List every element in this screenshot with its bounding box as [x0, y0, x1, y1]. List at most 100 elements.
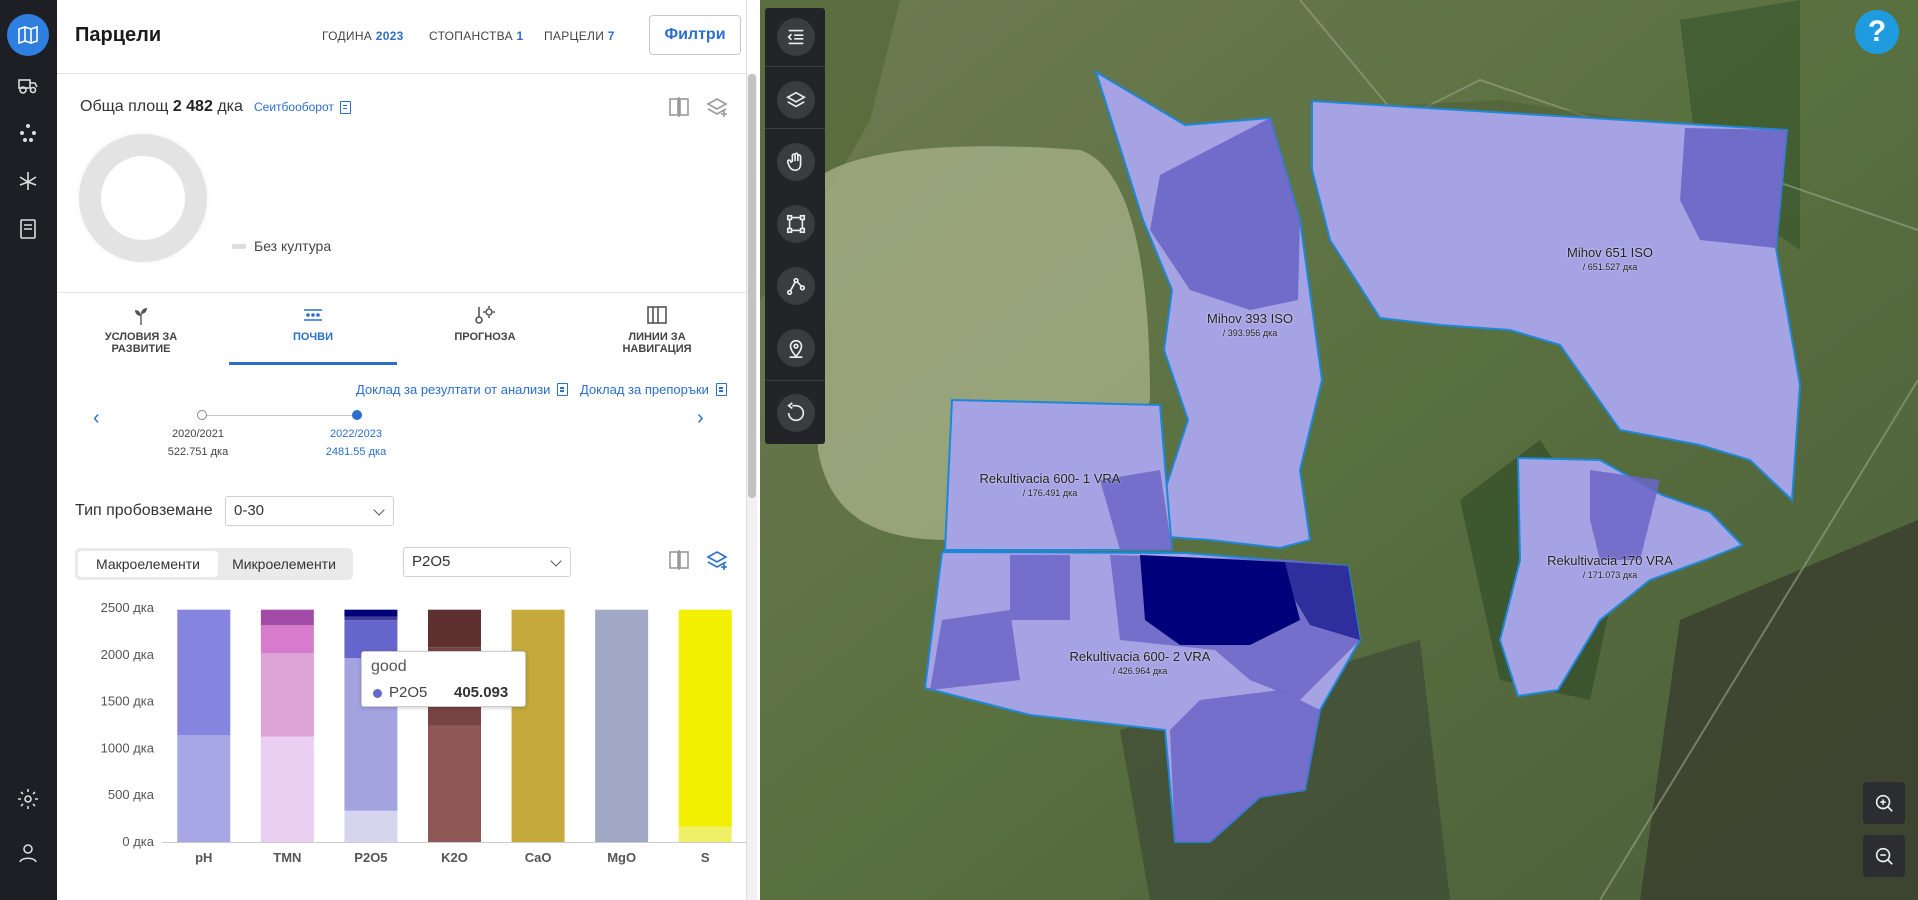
tooltip-title: good [371, 658, 407, 675]
timeline-next-icon[interactable]: › [697, 407, 704, 430]
nav-reports-icon[interactable] [7, 208, 49, 250]
bar-segment-p2o5[interactable] [344, 810, 398, 842]
add-layer-icon[interactable] [705, 548, 729, 577]
bar-segment-tmn[interactable] [260, 609, 314, 626]
bar-segment-s[interactable] [678, 826, 732, 842]
total-area: Обща площ 2 482 дка [80, 98, 243, 115]
field-label[interactable]: Mihov 393 ISO/ 393.956 дка [1190, 312, 1310, 340]
bar-segment-tmn[interactable] [260, 653, 314, 737]
stat-year: ГОДИНА 2023 [322, 29, 404, 43]
nav-machinery-icon[interactable] [7, 64, 49, 106]
scroll-thumb[interactable] [748, 74, 756, 498]
stat-fields: ПАРЦЕЛИ 7 [544, 29, 615, 43]
add-layer-icon[interactable] [705, 95, 729, 124]
user-profile-icon[interactable] [7, 832, 49, 874]
fields-panel: Парцели ГОДИНА 2023 СТОПАНСТВА 1 ПАРЦЕЛИ… [57, 0, 757, 900]
help-button[interactable]: ? [1855, 10, 1899, 54]
report-icon [715, 383, 727, 396]
field-label[interactable]: Mihov 651 ISO/ 651.527 дка [1550, 246, 1670, 274]
y-tick-label: 2000 дка [101, 647, 155, 662]
map-pin-icon[interactable] [777, 329, 815, 367]
stat-farms: СТОПАНСТВА 1 [429, 29, 524, 43]
soil-icon [304, 309, 322, 321]
nav-fields-map-icon[interactable] [7, 14, 49, 56]
undo-icon[interactable] [777, 394, 815, 432]
element-group-toggle: Макроелементи Микроелементи [75, 548, 353, 580]
analysis-report-link[interactable]: Доклад за резултати от анализи [356, 382, 569, 397]
bar-segment-p2o5[interactable] [344, 609, 398, 617]
x-tick-label: S [701, 850, 710, 865]
bar-segment-mgo[interactable] [595, 609, 649, 842]
compare-icon[interactable] [667, 548, 691, 577]
chevron-down-icon [550, 555, 562, 567]
sprout-icon [135, 308, 147, 325]
x-tick-label: P2O5 [354, 850, 387, 865]
bar-segment-p2o5[interactable] [344, 616, 398, 621]
panel-scrollbar[interactable] [747, 74, 757, 900]
x-tick-label: K2O [441, 850, 468, 865]
tab-navigation-lines[interactable]: ЛИНИИ ЗА НАВИГАЦИЯ [573, 293, 741, 365]
crop-rotation-link[interactable]: Сеитбооборот [254, 100, 351, 114]
panel-header: Парцели ГОДИНА 2023 СТОПАНСТВА 1 ПАРЦЕЛИ… [57, 0, 747, 74]
y-tick-label: 1500 дка [101, 694, 155, 709]
measure-line-icon[interactable] [777, 267, 815, 305]
timeline-prev-icon[interactable]: ‹ [93, 407, 100, 430]
season-timeline: ‹ 2020/2021 522.751 дка 2022/2023 2481.5… [57, 400, 747, 470]
satellite-map[interactable]: Mihov 651 ISO/ 651.527 дка Mihov 393 ISO… [760, 0, 1918, 900]
tooltip-value: 405.093 [454, 684, 509, 701]
bar-segment-k2o[interactable] [428, 609, 481, 648]
y-tick-label: 0 дка [122, 834, 154, 849]
bar-segment-ph[interactable] [177, 735, 231, 842]
crop-donut-chart [79, 134, 207, 262]
page-title: Парцели [75, 24, 162, 46]
toolbar-separator [765, 66, 825, 67]
recommendations-report-link[interactable]: Доклад за препоръки [580, 382, 727, 397]
field-label[interactable]: Rekultivacia 170 VRA/ 171.073 дка [1530, 554, 1690, 582]
chart-tooltip: good P2O5 405.093 [361, 651, 526, 707]
bar-segment-cao[interactable] [511, 609, 565, 842]
x-tick-label: TMN [273, 850, 301, 865]
tab-soils[interactable]: ПОЧВИ [229, 293, 397, 365]
map-toolbar [765, 8, 825, 444]
tab-forecast[interactable]: ПРОГНОЗА [401, 293, 569, 365]
x-tick-label: MgO [607, 850, 636, 865]
toolbar-separator [765, 380, 825, 381]
filters-button[interactable]: Филтри [649, 15, 741, 55]
settings-gear-icon[interactable] [7, 778, 49, 820]
chevron-down-icon [373, 504, 385, 516]
bar-segment-tmn[interactable] [260, 625, 314, 654]
y-tick-label: 500 дка [108, 787, 155, 802]
zoom-in-icon[interactable] [1863, 782, 1905, 824]
season-area: 2481.55 дка [325, 446, 387, 458]
collapse-panel-icon[interactable] [777, 18, 815, 56]
draw-rectangle-icon[interactable] [777, 205, 815, 243]
element-select[interactable]: P2O5 [403, 547, 571, 577]
nav-irrigation-icon[interactable] [7, 160, 49, 202]
bar-segment-ph[interactable] [177, 609, 231, 736]
pan-hand-icon[interactable] [777, 143, 815, 181]
legend-no-crop: Без култура [232, 238, 331, 254]
tab-development-conditions[interactable]: УСЛОВИЯ ЗА РАЗВИТИЕ [57, 293, 225, 365]
compare-icon[interactable] [667, 95, 691, 124]
macro-elements-button[interactable]: Макроелементи [78, 551, 218, 577]
field-label[interactable]: Rekultivacia 600- 1 VRA/ 176.491 дка [950, 472, 1150, 500]
layers-icon[interactable] [777, 81, 815, 119]
bar-segment-tmn[interactable] [260, 736, 314, 842]
x-tick-label: pH [195, 850, 212, 865]
season-label: 2022/2023 [330, 428, 382, 440]
x-tick-label: CaO [525, 850, 552, 865]
tooltip-series-marker [373, 689, 382, 698]
timeline-point-2020[interactable] [197, 410, 207, 420]
sampling-depth-select[interactable]: 0-30 [225, 496, 394, 526]
timeline-point-2022[interactable] [352, 410, 362, 420]
timeline-track [202, 415, 359, 416]
micro-elements-button[interactable]: Микроелементи [218, 551, 350, 577]
field-label[interactable]: Rekultivacia 600- 2 VRA/ 426.964 дка [1040, 650, 1240, 678]
season-label: 2020/2021 [172, 428, 224, 440]
bar-segment-k2o[interactable] [428, 725, 481, 842]
weather-forecast-icon [475, 306, 495, 324]
nav-sampling-points-icon[interactable] [7, 112, 49, 154]
analysis-tabs: УСЛОВИЯ ЗА РАЗВИТИЕ ПОЧВИ ПРОГНОЗА ЛИНИИ… [57, 292, 747, 365]
bar-segment-s[interactable] [678, 609, 732, 827]
zoom-out-icon[interactable] [1863, 835, 1905, 877]
